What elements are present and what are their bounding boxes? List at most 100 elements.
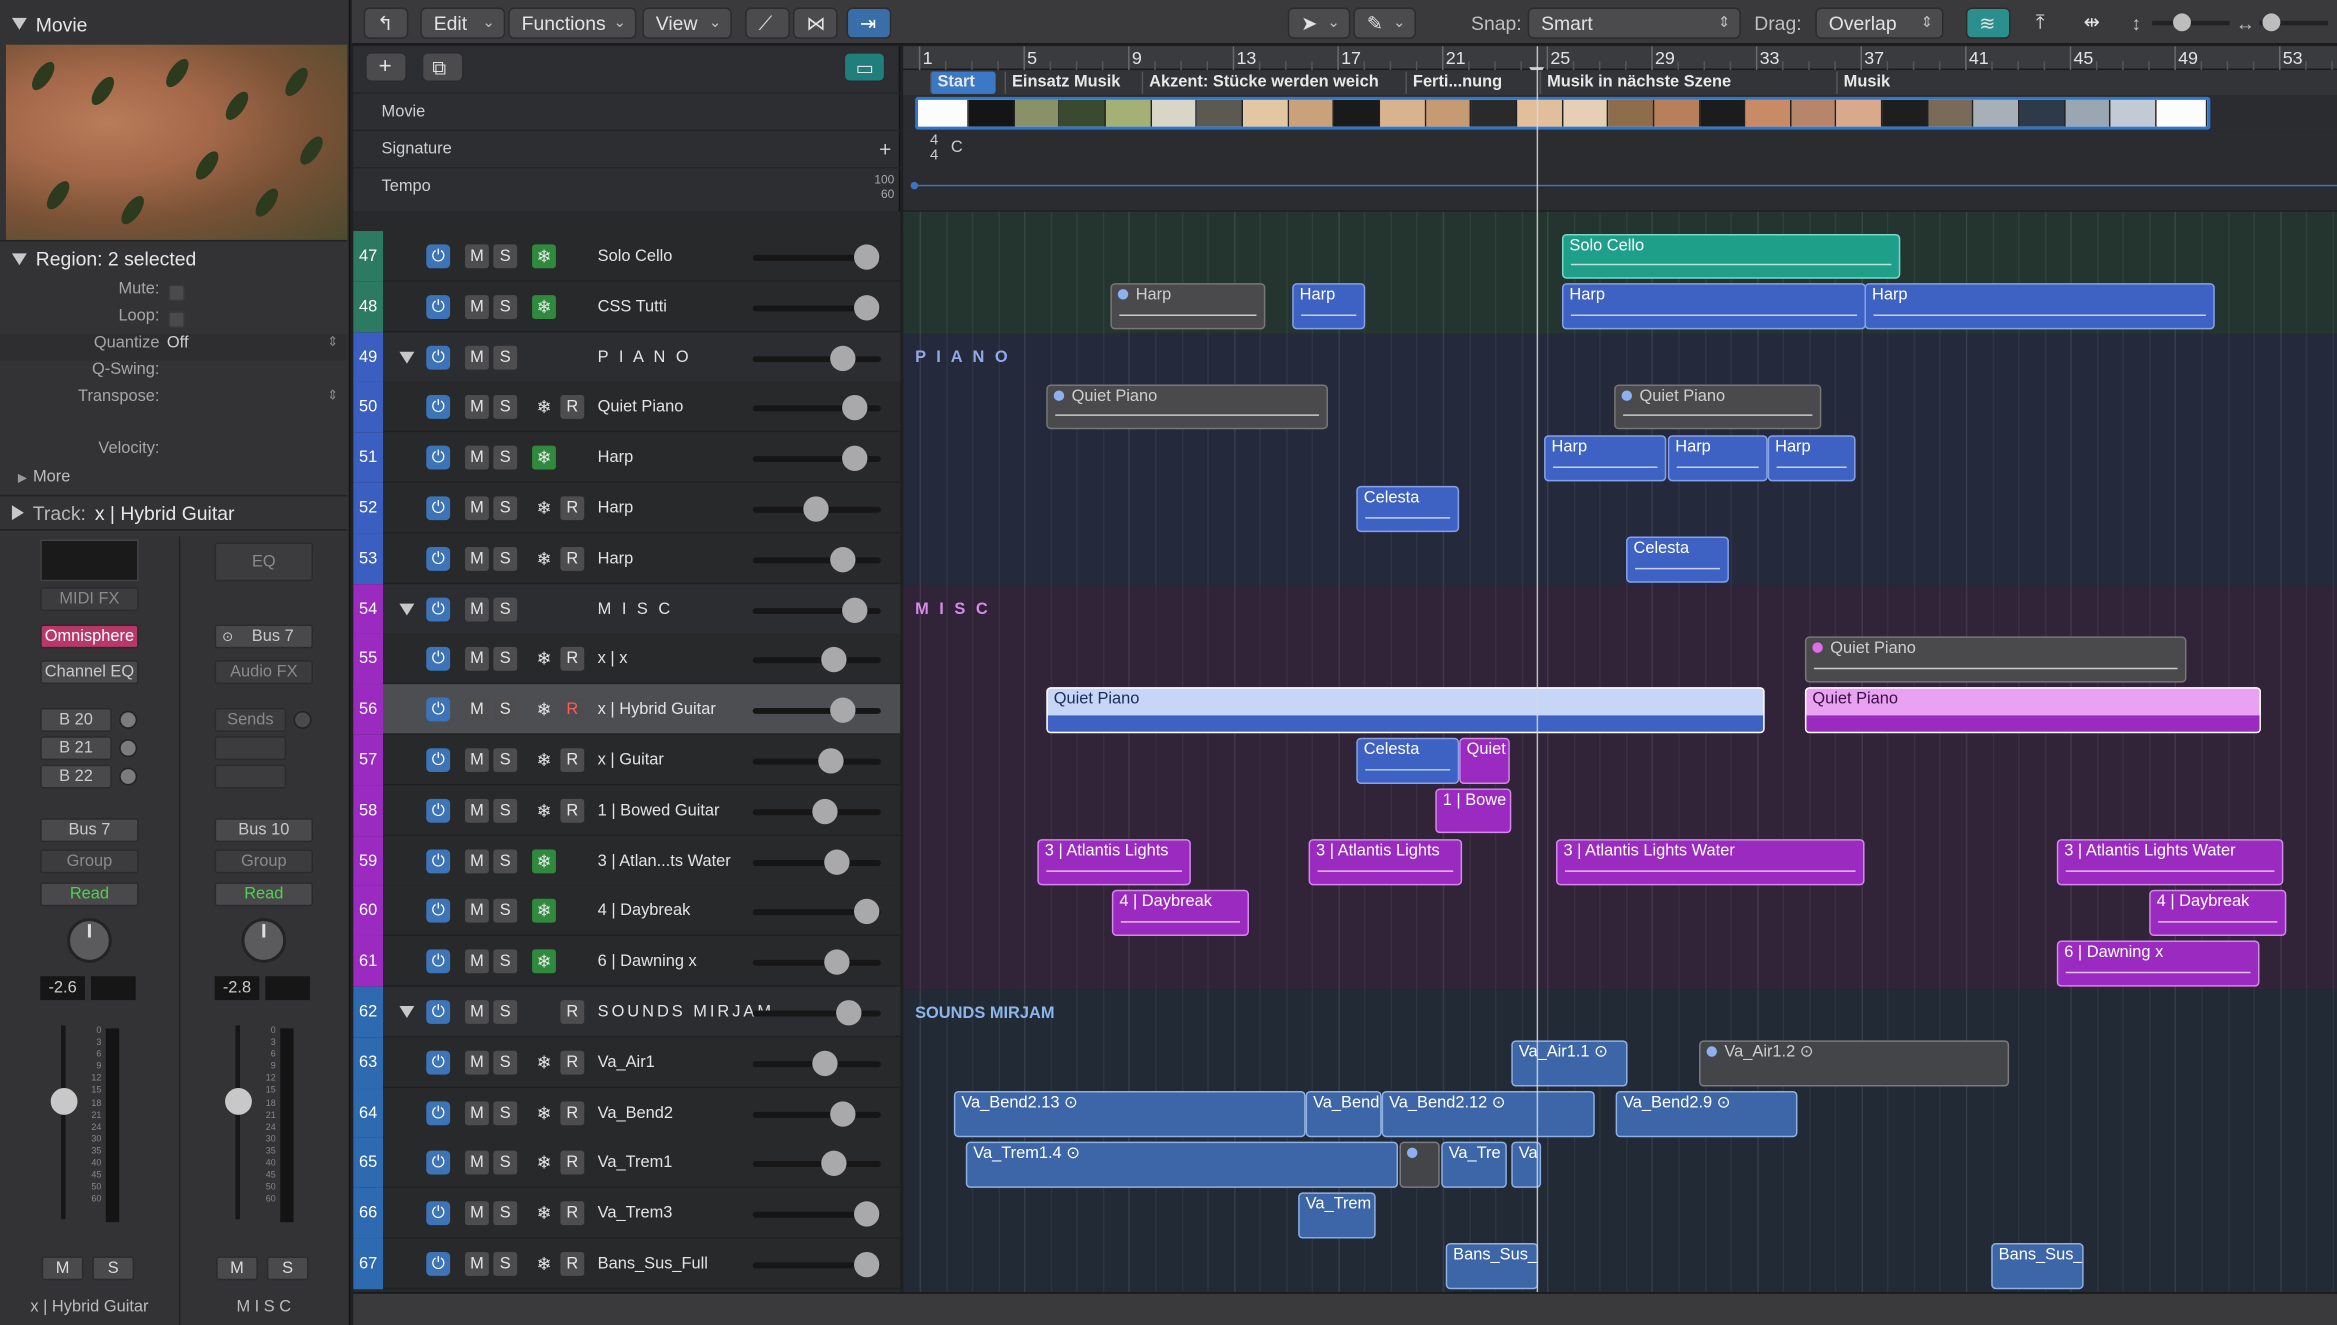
track-name[interactable]: P I A N O [598, 332, 692, 383]
power-button[interactable]: ⏻ [426, 395, 451, 420]
folder-track-header[interactable]: 62 ⏻ M S R SOUNDS MIRJAM [353, 986, 901, 1038]
record-button[interactable]: R [560, 1000, 585, 1024]
volume-knob[interactable] [854, 899, 880, 925]
track-name[interactable]: Quiet Piano [598, 382, 684, 433]
record-button[interactable]: R [560, 748, 585, 773]
tempo-line[interactable] [912, 184, 2337, 187]
volume-slider[interactable] [752, 1151, 881, 1177]
volume-slider[interactable] [752, 395, 881, 421]
mute-button[interactable]: M [465, 294, 489, 319]
tempo-point[interactable] [910, 181, 919, 190]
midi-region[interactable]: Harp [1110, 283, 1266, 330]
power-button[interactable]: ⏻ [426, 1050, 451, 1075]
eq-slot[interactable]: EQ [214, 542, 313, 582]
record-button[interactable]: R [560, 647, 585, 672]
midi-region[interactable]: Harp [1561, 283, 1867, 330]
input-slot[interactable]: ⊙ Bus 7 [214, 624, 313, 649]
freeze-button[interactable]: ❄ [532, 748, 556, 772]
midi-region[interactable]: Celesta [1356, 737, 1460, 784]
volume-knob[interactable] [854, 1251, 880, 1278]
volume-knob[interactable] [854, 244, 880, 270]
freeze-button[interactable]: ❄ [532, 1151, 556, 1175]
volume-knob[interactable] [830, 546, 856, 573]
record-button[interactable]: R [560, 496, 585, 521]
track-header[interactable]: 63 ⏻ M S ❄ R Va_Air1 [353, 1037, 901, 1088]
marker[interactable]: Musik [1836, 71, 2134, 94]
track-header[interactable]: 67 ⏻ M S ❄ R Bans_Sus_Full [353, 1238, 901, 1290]
volume-slider[interactable] [752, 244, 881, 270]
volume-slider[interactable] [752, 294, 881, 321]
solo-button[interactable]: S [493, 1201, 518, 1226]
arrange-area[interactable]: P I A N O M I S C SOUNDS MIRJAM Solo Cel… [903, 211, 2337, 1293]
track-name[interactable]: Va_Trem1 [598, 1138, 673, 1189]
pencil-tool[interactable]: ✎ ⌄ [1353, 7, 1416, 39]
power-button[interactable]: ⏻ [426, 345, 451, 370]
mute-button[interactable]: M [465, 597, 489, 621]
track-name[interactable]: SOUNDS MIRJAM [598, 987, 774, 1038]
audio-region[interactable]: Va_Bend2.9 ⊙ [1615, 1091, 1798, 1138]
track-name[interactable]: 6 | Dawning x [598, 936, 697, 987]
slider-knob[interactable] [2173, 13, 2191, 32]
audio-region[interactable]: Va_Bend [1305, 1091, 1382, 1138]
disclosure-open-icon[interactable] [399, 351, 415, 364]
functions-menu[interactable]: Functions ⌄ [508, 7, 637, 39]
pan-knob[interactable] [241, 918, 287, 963]
solo-button[interactable]: S [493, 1000, 518, 1024]
volume-knob[interactable] [854, 1201, 880, 1227]
volume-slider[interactable] [752, 1201, 881, 1227]
track-name[interactable]: Harp [598, 433, 634, 484]
send-slot[interactable]: B 21 [40, 736, 112, 761]
mute-button[interactable]: M [465, 1100, 489, 1125]
solo-button[interactable]: S [493, 395, 518, 420]
transpose-row[interactable]: Transpose: ⇕ [0, 388, 347, 415]
volume-knob[interactable] [854, 294, 880, 321]
fit-horizontal-button[interactable]: ⇹ [2072, 7, 2117, 38]
volume-slider[interactable] [752, 899, 881, 925]
mute-button[interactable]: M [465, 1151, 489, 1176]
solo-button[interactable]: S [493, 848, 518, 873]
automation-mode[interactable]: Read [40, 882, 139, 907]
volume-knob[interactable] [803, 496, 829, 522]
drag-select[interactable]: Overlap ⇕ [1815, 7, 1944, 39]
mute-button[interactable]: M [216, 1256, 258, 1281]
track-header[interactable]: 57 ⏻ M S ❄ Rx | Guitar [353, 734, 901, 786]
automation-button[interactable]: ⟋ [745, 7, 790, 39]
volume-slider[interactable] [752, 445, 881, 472]
volume-readout[interactable]: -2.8 [214, 976, 260, 1001]
freeze-button[interactable]: ❄ [532, 1252, 556, 1276]
send-slot[interactable]: B 22 [40, 764, 112, 789]
freeze-button[interactable]: ❄ [532, 496, 556, 520]
slider-knob[interactable] [2262, 13, 2281, 32]
volume-knob[interactable] [824, 949, 850, 976]
freeze-button[interactable]: ❄ [532, 547, 556, 571]
record-button[interactable]: R [560, 798, 585, 823]
midi-region-selected[interactable]: Quiet Piano [1804, 687, 2261, 734]
midi-region[interactable]: Quiet Piano [1046, 384, 1328, 430]
volume-knob[interactable] [842, 445, 868, 472]
volume-slider[interactable] [752, 1050, 881, 1076]
audio-region[interactable]: Va_Trem [1298, 1192, 1376, 1239]
more-toggle[interactable]: ▶ More [0, 468, 347, 495]
send-level-knob[interactable] [119, 767, 138, 786]
volume-slider[interactable] [752, 798, 881, 824]
audio-region[interactable]: Va_Trem1.4 ⊙ [965, 1141, 1399, 1188]
power-button[interactable]: ⏻ [426, 1000, 451, 1024]
send-level-knob[interactable] [293, 710, 312, 729]
freeze-button[interactable]: ❄ [532, 244, 556, 269]
volume-fader-cap[interactable] [225, 1088, 252, 1115]
track-name[interactable]: x | Guitar [598, 735, 664, 786]
tempo-track[interactable] [903, 168, 2337, 211]
track-name[interactable]: Solo Cello [598, 231, 673, 282]
midi-region[interactable]: 3 | Atlantis Lights Water [2056, 839, 2284, 886]
midi-region[interactable]: Quiet [1459, 737, 1510, 784]
midi-region[interactable]: 3 | Atlantis Lights [1308, 839, 1463, 886]
midi-region[interactable]: 3 | Atlantis Lights [1037, 839, 1191, 886]
record-button[interactable]: R [560, 1151, 585, 1176]
solo-button[interactable]: S [493, 496, 518, 521]
volume-knob[interactable] [842, 597, 868, 623]
marker[interactable]: Akzent: Stücke werden weich [1141, 71, 1392, 94]
horizontal-zoom-slider[interactable] [2259, 13, 2329, 32]
catch-button[interactable]: ⇥ [846, 7, 892, 39]
midi-region[interactable]: Harp [1767, 435, 1856, 482]
mute-button[interactable]: M [465, 1050, 489, 1075]
